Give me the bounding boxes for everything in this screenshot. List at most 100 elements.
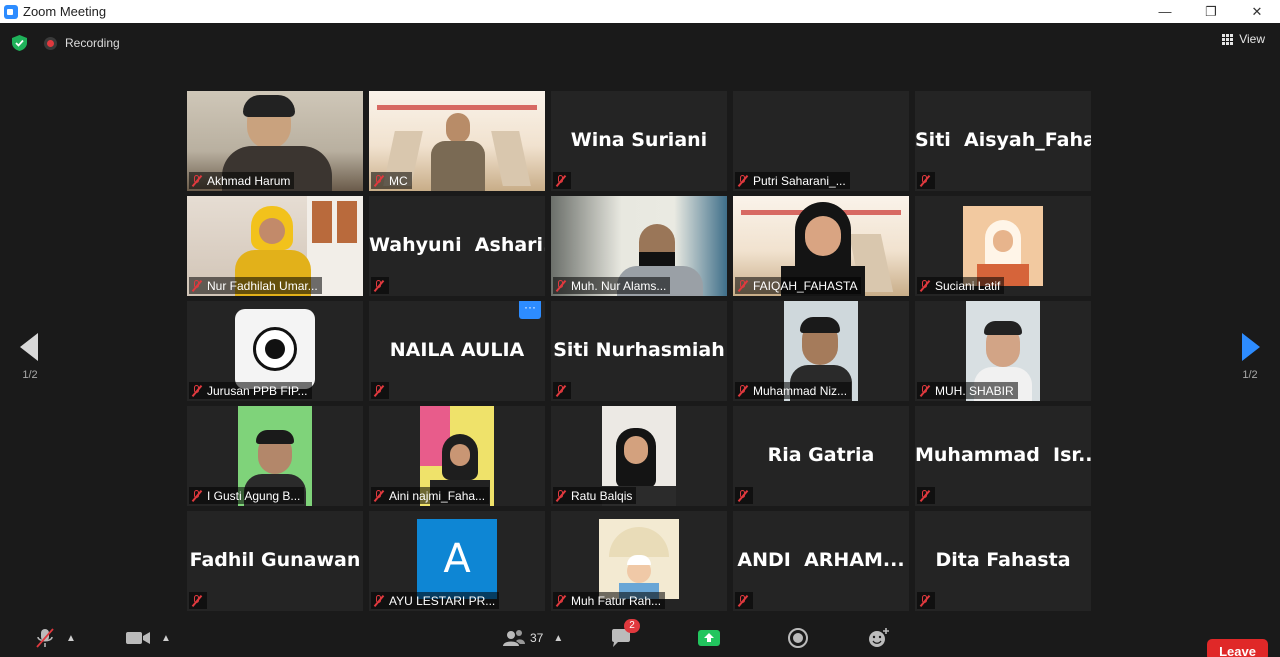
microphone-muted-icon [737, 279, 749, 292]
participant-name-bar: AYU LESTARI PR... [371, 592, 500, 609]
participant-tile[interactable]: Akhmad Harum [187, 91, 363, 191]
microphone-muted-icon [555, 384, 567, 397]
microphone-muted-icon [555, 489, 567, 502]
participant-tile[interactable]: Aini najmi_Faha... [369, 406, 545, 506]
participant-name-label: Ratu Balqis [571, 488, 633, 503]
participant-tile[interactable]: Siti Aisyah_Faha... [915, 91, 1091, 191]
participant-tile[interactable]: MC [369, 91, 545, 191]
audio-options-chevron-icon[interactable]: ▲ [66, 633, 76, 644]
participant-tile[interactable]: Jurusan PPB FIP... [187, 301, 363, 401]
share-screen-button[interactable] [697, 627, 721, 649]
next-page[interactable]: 1/2 [1230, 333, 1270, 381]
window-controls: — ❐ ✕ [1142, 0, 1280, 23]
participant-name-bar: Nur Fadhilah Umar... [189, 277, 322, 294]
microphone-muted-icon [373, 384, 385, 397]
arrow-right-icon[interactable] [1242, 333, 1260, 361]
start-video-button[interactable]: ▲ [125, 627, 171, 649]
participant-tile[interactable]: Wahyuni Ashari... [369, 196, 545, 296]
avatar-letter: A [443, 536, 471, 582]
participants-icon [503, 630, 525, 646]
leave-button[interactable]: Leave [1207, 639, 1268, 657]
participant-tile[interactable]: Wina Suriani [551, 91, 727, 191]
previous-page[interactable]: 1/2 [10, 333, 50, 381]
participant-tile[interactable]: Nur Fadhilah Umar... [187, 196, 363, 296]
close-button[interactable]: ✕ [1234, 0, 1280, 23]
participant-tile[interactable]: ANDI ARHAM... [733, 511, 909, 611]
reactions-button[interactable] [867, 627, 891, 649]
video-options-chevron-icon[interactable]: ▲ [161, 633, 171, 644]
microphone-muted-icon [373, 279, 385, 292]
participant-name-label: AYU LESTARI PR... [389, 593, 496, 608]
participant-name-bar: MC [371, 172, 412, 189]
participant-tile[interactable]: Muhammad Isr... [915, 406, 1091, 506]
participant-name-label: MC [389, 173, 408, 188]
microphone-muted-icon [919, 279, 931, 292]
participant-name-bar [917, 487, 935, 504]
microphone-muted-icon [191, 279, 203, 292]
microphone-muted-icon [737, 594, 749, 607]
participant-display-name: Wahyuni Ashari... [369, 234, 545, 256]
microphone-muted-icon [555, 594, 567, 607]
participant-display-name: Ria Gatria [767, 444, 875, 466]
participant-tile[interactable]: Fadhil Gunawan [187, 511, 363, 611]
participant-display-name: Fadhil Gunawan [189, 549, 361, 571]
chat-button[interactable]: 2 [610, 619, 640, 649]
participant-tile[interactable]: Siti Nurhasmiah [551, 301, 727, 401]
participant-tile[interactable]: Muh Fatur Rah... [551, 511, 727, 611]
recording-indicator[interactable]: Recording [44, 36, 120, 50]
security-shield-icon[interactable] [12, 35, 27, 51]
meeting-toolbar: ▲ ▲ 37 ▲ 2 Leave [0, 619, 1280, 657]
participant-name-bar [917, 592, 935, 609]
zoom-meeting-window: Zoom Meeting — ❐ ✕ Recording View 1/2 1/… [0, 0, 1280, 657]
participant-name-label: Jurusan PPB FIP... [207, 383, 308, 398]
participant-name-bar: Muhammad Niz... [735, 382, 852, 399]
microphone-muted-icon [737, 384, 749, 397]
participant-tile[interactable]: Putri Saharani_... [733, 91, 909, 191]
participant-tile[interactable]: Muh. Nur Alams... [551, 196, 727, 296]
participant-name-bar [189, 592, 207, 609]
record-button[interactable] [787, 627, 809, 649]
participant-tile[interactable]: NAILA AULIA ··· [369, 301, 545, 401]
microphone-muted-icon [373, 489, 385, 502]
participants-button[interactable]: 37 ▲ [502, 627, 563, 649]
participant-display-name: Muhammad Isr... [915, 444, 1091, 466]
participant-name-bar: Muh Fatur Rah... [553, 592, 666, 609]
microphone-muted-icon [919, 489, 931, 502]
participant-display-name: ANDI ARHAM... [737, 549, 905, 571]
participant-tile[interactable]: Dita Fahasta [915, 511, 1091, 611]
participant-tile[interactable]: FAIQAH_FAHASTA [733, 196, 909, 296]
participant-tile[interactable]: Suciani Latif [915, 196, 1091, 296]
microphone-muted-icon [919, 594, 931, 607]
page-indicator-left: 1/2 [22, 369, 38, 381]
participant-name-bar [553, 382, 571, 399]
unmute-button[interactable]: ▲ [34, 627, 76, 649]
participant-name-bar [371, 382, 389, 399]
minimize-button[interactable]: — [1142, 0, 1188, 23]
participant-name-bar [371, 277, 389, 294]
participant-tile[interactable]: Ria Gatria [733, 406, 909, 506]
restore-button[interactable]: ❐ [1188, 0, 1234, 23]
participant-tile[interactable]: Ratu Balqis [551, 406, 727, 506]
microphone-muted-icon [737, 489, 749, 502]
chat-unread-badge: 2 [624, 619, 640, 633]
participant-tile[interactable]: A AYU LESTARI PR... [369, 511, 545, 611]
participants-options-chevron-icon[interactable]: ▲ [553, 633, 563, 644]
participant-name-label: FAIQAH_FAHASTA [753, 278, 858, 293]
participant-name-bar: Suciani Latif [917, 277, 1005, 294]
participant-name-label: Putri Saharani_... [753, 173, 846, 188]
arrow-left-icon[interactable] [20, 333, 38, 361]
participant-name-bar: I Gusti Agung B... [189, 487, 305, 504]
participant-tile[interactable]: Muhammad Niz... [733, 301, 909, 401]
tile-more-options-button[interactable]: ··· [519, 301, 541, 319]
participant-name-bar: Muh. Nur Alams... [553, 277, 671, 294]
participant-name-label: Suciani Latif [935, 278, 1001, 293]
participant-display-name: Siti Nurhasmiah [553, 339, 725, 361]
recording-label: Recording [65, 36, 120, 50]
participant-tile[interactable]: I Gusti Agung B... [187, 406, 363, 506]
participant-tile[interactable]: MUH. SHABIR [915, 301, 1091, 401]
microphone-muted-icon [919, 384, 931, 397]
view-button[interactable]: View [1222, 32, 1265, 46]
participant-name-label: Muh. Nur Alams... [571, 278, 667, 293]
participant-name-bar: Akhmad Harum [189, 172, 295, 189]
microphone-muted-icon [373, 174, 385, 187]
